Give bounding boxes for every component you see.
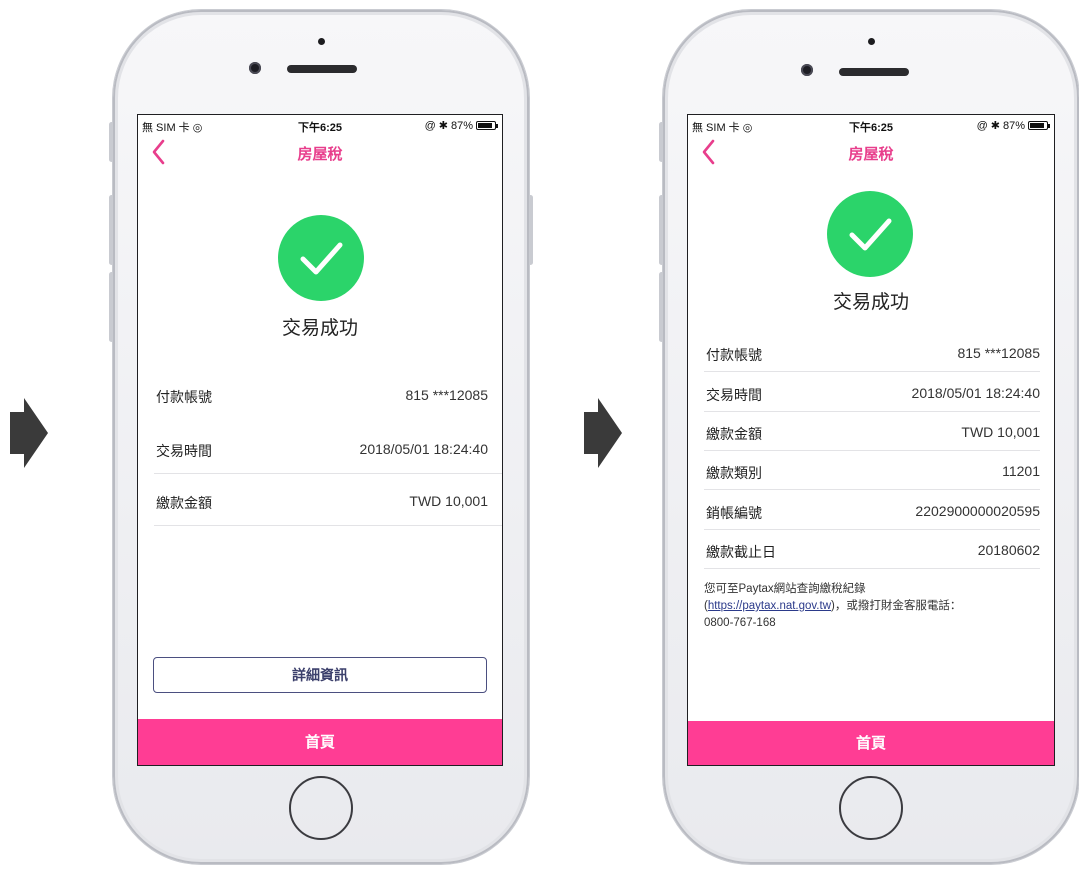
row-label: 繳款截止日	[706, 544, 776, 560]
battery-icon	[1028, 121, 1050, 130]
checkmark-icon	[300, 242, 343, 275]
page-title: 房屋稅	[848, 146, 894, 163]
home-button[interactable]: 首頁	[138, 719, 502, 765]
flow-arrow-icon	[8, 398, 50, 468]
row-label: 銷帳編號	[706, 505, 762, 521]
paytax-link[interactable]: https://paytax.nat.gov.tw	[708, 600, 831, 612]
phone-mockup-detail: 無 SIM 卡 ◎ 下午6:25 @ ✱ 87% 房屋稅 交易成功 付款帳號 8…	[659, 10, 1079, 864]
earpiece-speaker	[839, 68, 909, 76]
phone-mockup-summary: 無 SIM 卡 ◎ 下午6:25 @ ✱ 87% 房屋稅 交易成功 付款帳號 8…	[109, 10, 533, 864]
detail-info-button[interactable]: 詳細資訊	[153, 657, 487, 693]
row-value: 11201	[1002, 463, 1040, 479]
row-divider	[704, 411, 1040, 412]
success-message: 交易成功	[281, 318, 358, 339]
front-camera	[801, 64, 813, 76]
success-badge	[827, 191, 913, 277]
row-value: 815 ***12085	[405, 387, 488, 403]
row-value: 2018/05/01 18:24:40	[911, 385, 1040, 401]
proximity-sensor	[868, 38, 875, 45]
row-divider	[154, 473, 502, 474]
row-label: 繳款金額	[706, 426, 762, 442]
row-value: 2202900000020595	[915, 503, 1040, 519]
battery-icon	[476, 121, 498, 130]
row-value: TWD 10,001	[409, 493, 488, 509]
row-label: 繳款金額	[156, 495, 212, 511]
row-divider	[704, 529, 1040, 530]
row-label: 交易時間	[706, 387, 762, 403]
row-label: 交易時間	[156, 443, 212, 459]
checkmark-icon	[849, 218, 892, 251]
home-hardware-button	[289, 776, 353, 840]
nav-bar: 房屋稅	[688, 135, 1054, 169]
note-line-1: 您可至Paytax網站查詢繳稅紀錄	[704, 583, 866, 595]
home-button[interactable]: 首頁	[688, 721, 1054, 765]
home-hardware-button	[839, 776, 903, 840]
earpiece-speaker	[287, 65, 357, 73]
proximity-sensor	[318, 38, 325, 45]
page-title: 房屋稅	[297, 146, 343, 163]
row-divider	[704, 371, 1040, 372]
row-label: 繳款類別	[706, 465, 762, 481]
success-badge	[278, 215, 364, 301]
phone-screen: 無 SIM 卡 ◎ 下午6:25 @ ✱ 87% 房屋稅 交易成功 付款帳號 8…	[687, 114, 1055, 766]
row-divider	[704, 568, 1040, 569]
paytax-note: 您可至Paytax網站查詢繳稅紀錄 (https://paytax.nat.go…	[704, 581, 1044, 632]
row-value: TWD 10,001	[961, 424, 1040, 440]
front-camera	[249, 62, 261, 74]
row-value: 815 ***12085	[957, 345, 1040, 361]
rotation-lock-icon: @	[976, 119, 988, 132]
status-right: @ ✱ 87%	[424, 119, 498, 132]
battery-percent: 87%	[450, 119, 473, 132]
flow-arrow-icon	[582, 398, 624, 468]
row-label: 付款帳號	[706, 347, 762, 363]
bluetooth-icon: ✱	[438, 120, 448, 132]
row-divider	[704, 489, 1040, 490]
nav-bar: 房屋稅	[138, 135, 502, 169]
rotation-lock-icon: @	[424, 119, 436, 132]
status-bar: 無 SIM 卡 ◎ 下午6:25 @ ✱ 87%	[688, 115, 1054, 135]
row-divider	[704, 450, 1040, 451]
success-message: 交易成功	[832, 292, 909, 313]
phone-screen: 無 SIM 卡 ◎ 下午6:25 @ ✱ 87% 房屋稅 交易成功 付款帳號 8…	[137, 114, 503, 766]
bluetooth-icon: ✱	[990, 120, 1000, 132]
row-value: 2018/05/01 18:24:40	[359, 441, 488, 457]
battery-percent: 87%	[1002, 119, 1025, 132]
row-label: 付款帳號	[156, 389, 212, 405]
status-bar: 無 SIM 卡 ◎ 下午6:25 @ ✱ 87%	[138, 115, 502, 135]
service-phone: 0800-767-168	[704, 617, 776, 629]
status-right: @ ✱ 87%	[976, 119, 1050, 132]
row-value: 20180602	[977, 542, 1040, 558]
note-line-2: (https://paytax.nat.gov.tw)，或撥打財金客服電話：	[704, 600, 962, 612]
row-divider	[154, 525, 502, 526]
